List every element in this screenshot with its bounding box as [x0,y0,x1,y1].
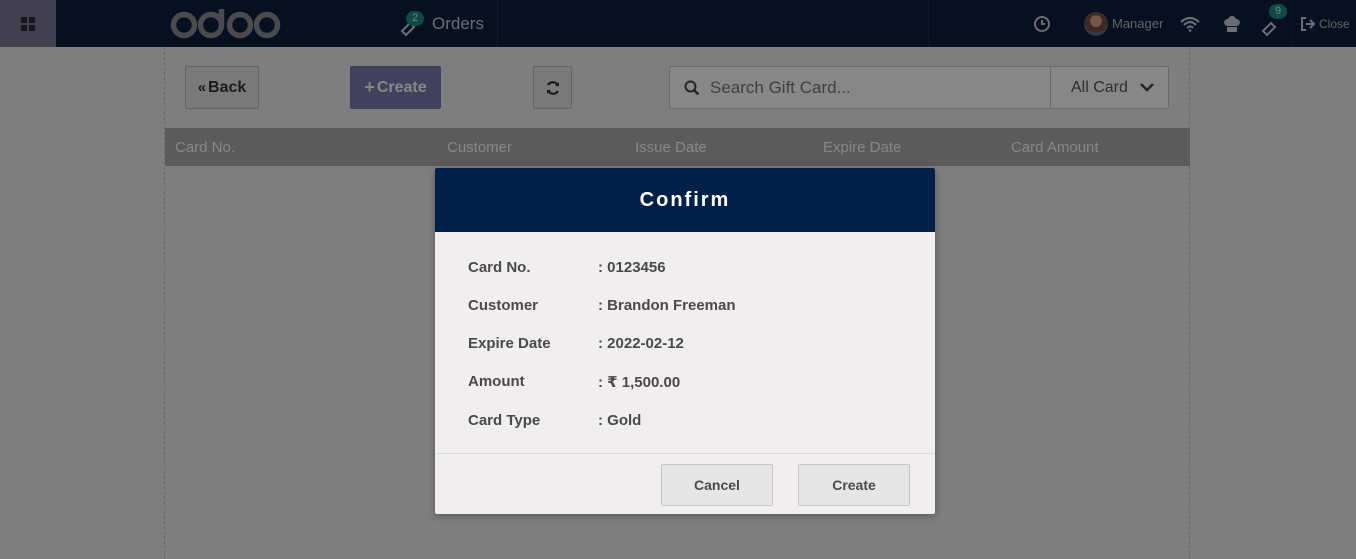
detail-value-card-no: : 0123456 [598,259,666,276]
dialog-footer: Cancel Create [435,454,935,514]
confirm-dialog: Confirm Card No. : 0123456 Customer : Br… [435,168,935,514]
cancel-button[interactable]: Cancel [661,464,773,506]
detail-value-customer: : Brandon Freeman [598,297,736,314]
detail-label-expire-date: Expire Date [468,335,551,352]
detail-value-amount: : ₹ 1,500.00 [598,374,681,391]
detail-value-card-type: : Gold [598,412,642,429]
confirm-create-button[interactable]: Create [798,464,910,506]
detail-label-customer: Customer [468,297,539,314]
dialog-title: Confirm [435,168,935,232]
detail-label-card-type: Card Type [468,412,541,429]
detail-label-amount: Amount [468,373,525,390]
detail-label-card-no: Card No. [468,259,531,276]
detail-value-expire-date: : 2022-02-12 [598,335,684,352]
dialog-details: Card No. : 0123456 Customer : Brandon Fr… [435,232,935,454]
